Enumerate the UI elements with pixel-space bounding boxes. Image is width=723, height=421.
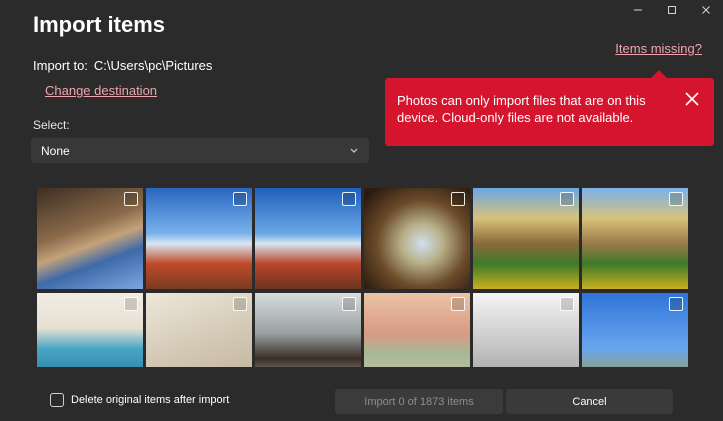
select-label: Select: [33, 118, 70, 132]
photo-thumbnail[interactable] [582, 293, 688, 367]
import-path: C:\Users\pc\Pictures [93, 58, 213, 73]
photo-thumbnail[interactable] [146, 188, 252, 289]
delete-originals-option[interactable]: Delete original items after import [50, 393, 229, 407]
select-checkbox[interactable] [451, 192, 465, 206]
select-checkbox[interactable] [342, 192, 356, 206]
select-checkbox[interactable] [669, 297, 683, 311]
thumbnail-grid [37, 188, 690, 367]
select-checkbox[interactable] [560, 297, 574, 311]
maximize-icon [668, 6, 676, 14]
photo-thumbnail[interactable] [364, 188, 470, 289]
items-missing-link[interactable]: Items missing? [615, 41, 702, 56]
photo-thumbnail[interactable] [37, 188, 143, 289]
photo-thumbnail[interactable] [582, 188, 688, 289]
chevron-down-icon [350, 148, 358, 153]
import-button[interactable]: Import 0 of 1873 items [335, 389, 503, 414]
window-controls [621, 0, 723, 20]
select-checkbox[interactable] [342, 297, 356, 311]
select-checkbox[interactable] [233, 297, 247, 311]
photo-thumbnail[interactable] [255, 293, 361, 367]
select-checkbox[interactable] [451, 297, 465, 311]
photo-thumbnail[interactable] [364, 293, 470, 367]
select-checkbox[interactable] [560, 192, 574, 206]
photo-thumbnail[interactable] [473, 293, 579, 367]
cloud-files-tooltip: Photos can only import files that are on… [385, 70, 714, 146]
maximize-button[interactable] [655, 0, 689, 20]
close-icon[interactable] [685, 92, 699, 106]
import-to-label: Import to: [33, 58, 88, 73]
select-checkbox[interactable] [124, 297, 138, 311]
delete-originals-checkbox[interactable] [50, 393, 64, 407]
minimize-button[interactable] [621, 0, 655, 20]
photo-thumbnail[interactable] [255, 188, 361, 289]
import-destination: Import to: C:\Users\pc\Pictures [33, 58, 212, 73]
tooltip-message: Photos can only import files that are on… [397, 93, 646, 125]
close-window-button[interactable] [689, 0, 723, 20]
minimize-icon [634, 9, 642, 11]
select-checkbox[interactable] [233, 192, 247, 206]
photo-thumbnail[interactable] [473, 188, 579, 289]
change-destination-link[interactable]: Change destination [45, 83, 157, 98]
select-checkbox[interactable] [669, 192, 683, 206]
close-icon [702, 6, 710, 14]
delete-originals-label: Delete original items after import [71, 394, 230, 406]
cancel-button[interactable]: Cancel [506, 389, 673, 414]
select-checkbox[interactable] [124, 192, 138, 206]
photo-thumbnail[interactable] [37, 293, 143, 367]
dialog-title: Import items [33, 12, 166, 37]
select-value: None [41, 143, 70, 158]
select-dropdown[interactable]: None [31, 138, 369, 163]
photo-thumbnail[interactable] [146, 293, 252, 367]
